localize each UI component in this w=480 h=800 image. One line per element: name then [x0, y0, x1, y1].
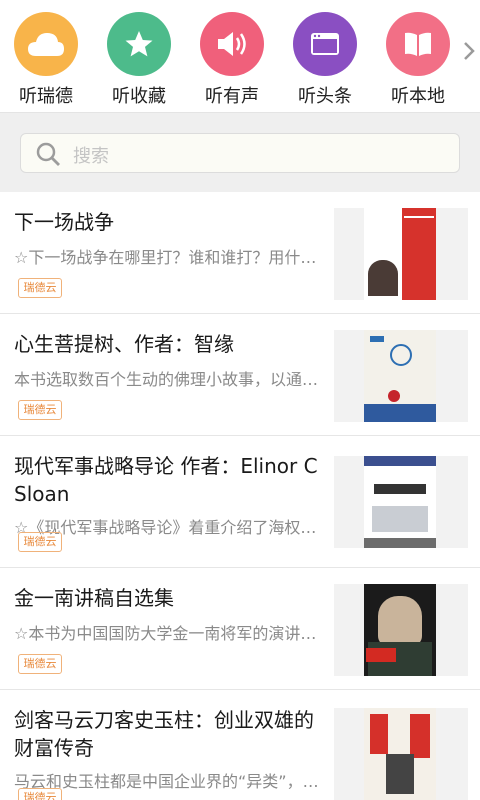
book-desc: ☆本书为中国国防大学金一南将军的演讲稿…	[14, 624, 330, 643]
search-icon	[35, 141, 61, 167]
source-badge: 瑞德云	[18, 532, 62, 552]
browser-window-icon	[293, 12, 357, 76]
chevron-right-icon[interactable]	[460, 40, 478, 62]
book-cover	[334, 208, 468, 300]
book-cover	[334, 330, 468, 422]
book-cover	[334, 584, 468, 676]
source-badge: 瑞德云	[18, 278, 62, 298]
book-title: 金一南讲稿自选集	[14, 586, 174, 610]
book-title: 现代军事战略导论 作者：Elinor C Sloan	[14, 454, 318, 506]
nav-label: 听有声	[205, 86, 259, 107]
cloud-icon	[14, 12, 78, 76]
speaker-icon	[200, 12, 264, 76]
nav-item-local[interactable]: 听本地	[386, 12, 450, 108]
star-icon	[107, 12, 171, 76]
nav-label: 听头条	[298, 86, 352, 107]
search-band: 搜索	[0, 112, 480, 192]
list-item[interactable]: 现代军事战略导论 作者：Elinor C Sloan ☆《现代军事战略导论》着重…	[0, 436, 480, 568]
source-badge: 瑞德云	[18, 788, 62, 800]
source-badge: 瑞德云	[18, 400, 62, 420]
book-title: 下一场战争	[14, 210, 114, 234]
book-desc: 本书选取数百个生动的佛理小故事，以通俗…	[14, 370, 330, 389]
nav-label: 听本地	[391, 86, 445, 107]
top-nav: 听瑞德 听收藏 听有声 听头条 听本地	[0, 0, 480, 112]
book-desc: ☆下一场战争在哪里打？谁和谁打？用什么…	[14, 248, 330, 267]
nav-item-ruide[interactable]: 听瑞德	[14, 12, 78, 108]
search-input[interactable]: 搜索	[20, 133, 460, 173]
list-item[interactable]: 下一场战争 ☆下一场战争在哪里打？谁和谁打？用什么… 瑞德云	[0, 192, 480, 314]
search-placeholder: 搜索	[73, 146, 109, 167]
list-item[interactable]: 金一南讲稿自选集 ☆本书为中国国防大学金一南将军的演讲稿… 瑞德云	[0, 568, 480, 690]
nav-item-favorites[interactable]: 听收藏	[107, 12, 171, 108]
book-list: 下一场战争 ☆下一场战争在哪里打？谁和谁打？用什么… 瑞德云 心生菩提树、作者：…	[0, 192, 480, 800]
nav-label: 听收藏	[112, 86, 166, 107]
book-title: 心生菩提树、作者：智缘	[14, 332, 234, 356]
list-item[interactable]: 心生菩提树、作者：智缘 本书选取数百个生动的佛理小故事，以通俗… 瑞德云	[0, 314, 480, 436]
list-item[interactable]: 剑客马云刀客史玉柱：创业双雄的财富传奇 马云和史玉柱都是中国企业界的“异类”，都…	[0, 690, 480, 800]
nav-label: 听瑞德	[19, 86, 73, 107]
book-cover	[334, 456, 468, 548]
source-badge: 瑞德云	[18, 654, 62, 674]
book-title: 剑客马云刀客史玉柱：创业双雄的财富传奇	[14, 708, 314, 760]
book-icon	[386, 12, 450, 76]
nav-item-headlines[interactable]: 听头条	[293, 12, 357, 108]
nav-item-audio[interactable]: 听有声	[200, 12, 264, 108]
book-cover	[334, 708, 468, 800]
